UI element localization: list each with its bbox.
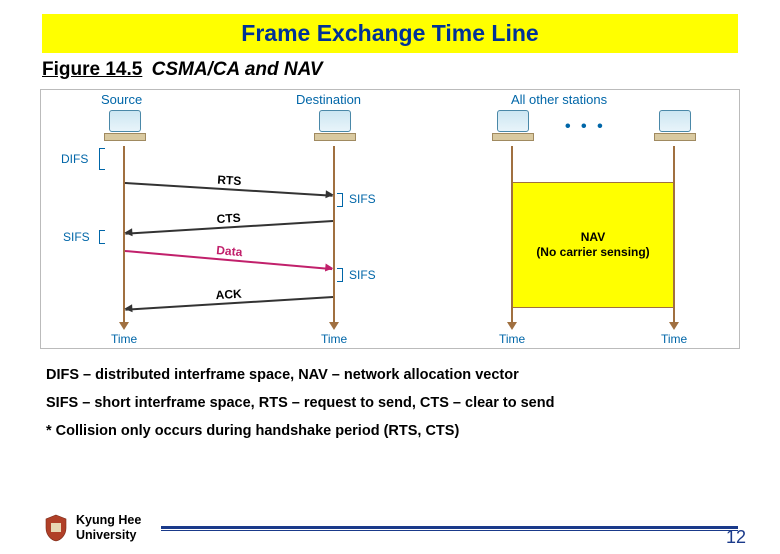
arrow-down-icon xyxy=(329,322,339,330)
arrow-left-icon xyxy=(124,304,132,312)
page-number: 12 xyxy=(726,527,746,548)
university-name: Kyung Hee University xyxy=(76,513,141,542)
figure-caption: CSMA/CA and NAV xyxy=(152,59,323,80)
header-destination: Destination xyxy=(296,92,361,107)
timeline-diagram: Source Destination All other stations • … xyxy=(40,89,740,349)
definitions-block: DIFS – distributed interframe space, NAV… xyxy=(46,367,736,439)
title-band: Frame Exchange Time Line xyxy=(42,14,738,53)
arrow-rts: RTS xyxy=(125,182,333,196)
label-difs: DIFS xyxy=(61,152,88,166)
label-rts: RTS xyxy=(125,167,333,194)
arrow-down-icon xyxy=(669,322,679,330)
label-data: Data xyxy=(125,235,333,267)
arrow-ack: ACK xyxy=(125,296,333,310)
arrow-down-icon xyxy=(119,322,129,330)
arrow-right-icon xyxy=(325,190,333,198)
label-sifs-left: SIFS xyxy=(63,230,90,244)
nav-box: NAV (No carrier sensing) xyxy=(512,182,674,308)
header-others: All other stations xyxy=(511,92,607,107)
note-line-1: DIFS – distributed interframe space, NAV… xyxy=(46,367,736,383)
nav-title: NAV xyxy=(513,230,673,245)
bracket-difs xyxy=(99,148,105,170)
computer-icon xyxy=(103,110,147,141)
uni-line1: Kyung Hee xyxy=(76,513,141,527)
header-source: Source xyxy=(101,92,142,107)
time-label: Time xyxy=(321,332,347,346)
time-label: Time xyxy=(661,332,687,346)
bracket-sifs1 xyxy=(337,193,343,207)
note-line-2: SIFS – short interframe space, RTS – req… xyxy=(46,395,736,411)
arrow-cts: CTS xyxy=(125,220,333,234)
nav-sub: (No carrier sensing) xyxy=(513,245,673,260)
figure-number: Figure 14.5 xyxy=(42,59,142,80)
bracket-sifs-left xyxy=(99,230,105,244)
label-sifs-r1: SIFS xyxy=(349,192,376,206)
computer-icon xyxy=(313,110,357,141)
arrow-data: Data xyxy=(125,250,332,270)
computer-icon xyxy=(653,110,697,141)
arrow-right-icon xyxy=(325,264,334,273)
time-label: Time xyxy=(111,332,137,346)
label-sifs-r2: SIFS xyxy=(349,268,376,282)
university-crest-icon xyxy=(44,514,68,542)
ellipsis-icon: • • • xyxy=(565,118,606,136)
arrow-down-icon xyxy=(507,322,517,330)
bracket-sifs2 xyxy=(337,268,343,282)
timeline-dest xyxy=(333,146,335,324)
time-label: Time xyxy=(499,332,525,346)
figure-reference: Figure 14.5 CSMA/CA and NAV xyxy=(42,59,780,81)
slide-footer: Kyung Hee University xyxy=(44,513,750,542)
computer-icon xyxy=(491,110,535,141)
note-line-3: * Collision only occurs during handshake… xyxy=(46,423,736,439)
label-cts: CTS xyxy=(124,205,332,232)
footer-rule xyxy=(161,526,738,529)
page-title: Frame Exchange Time Line xyxy=(42,20,738,47)
label-ack: ACK xyxy=(124,281,332,308)
